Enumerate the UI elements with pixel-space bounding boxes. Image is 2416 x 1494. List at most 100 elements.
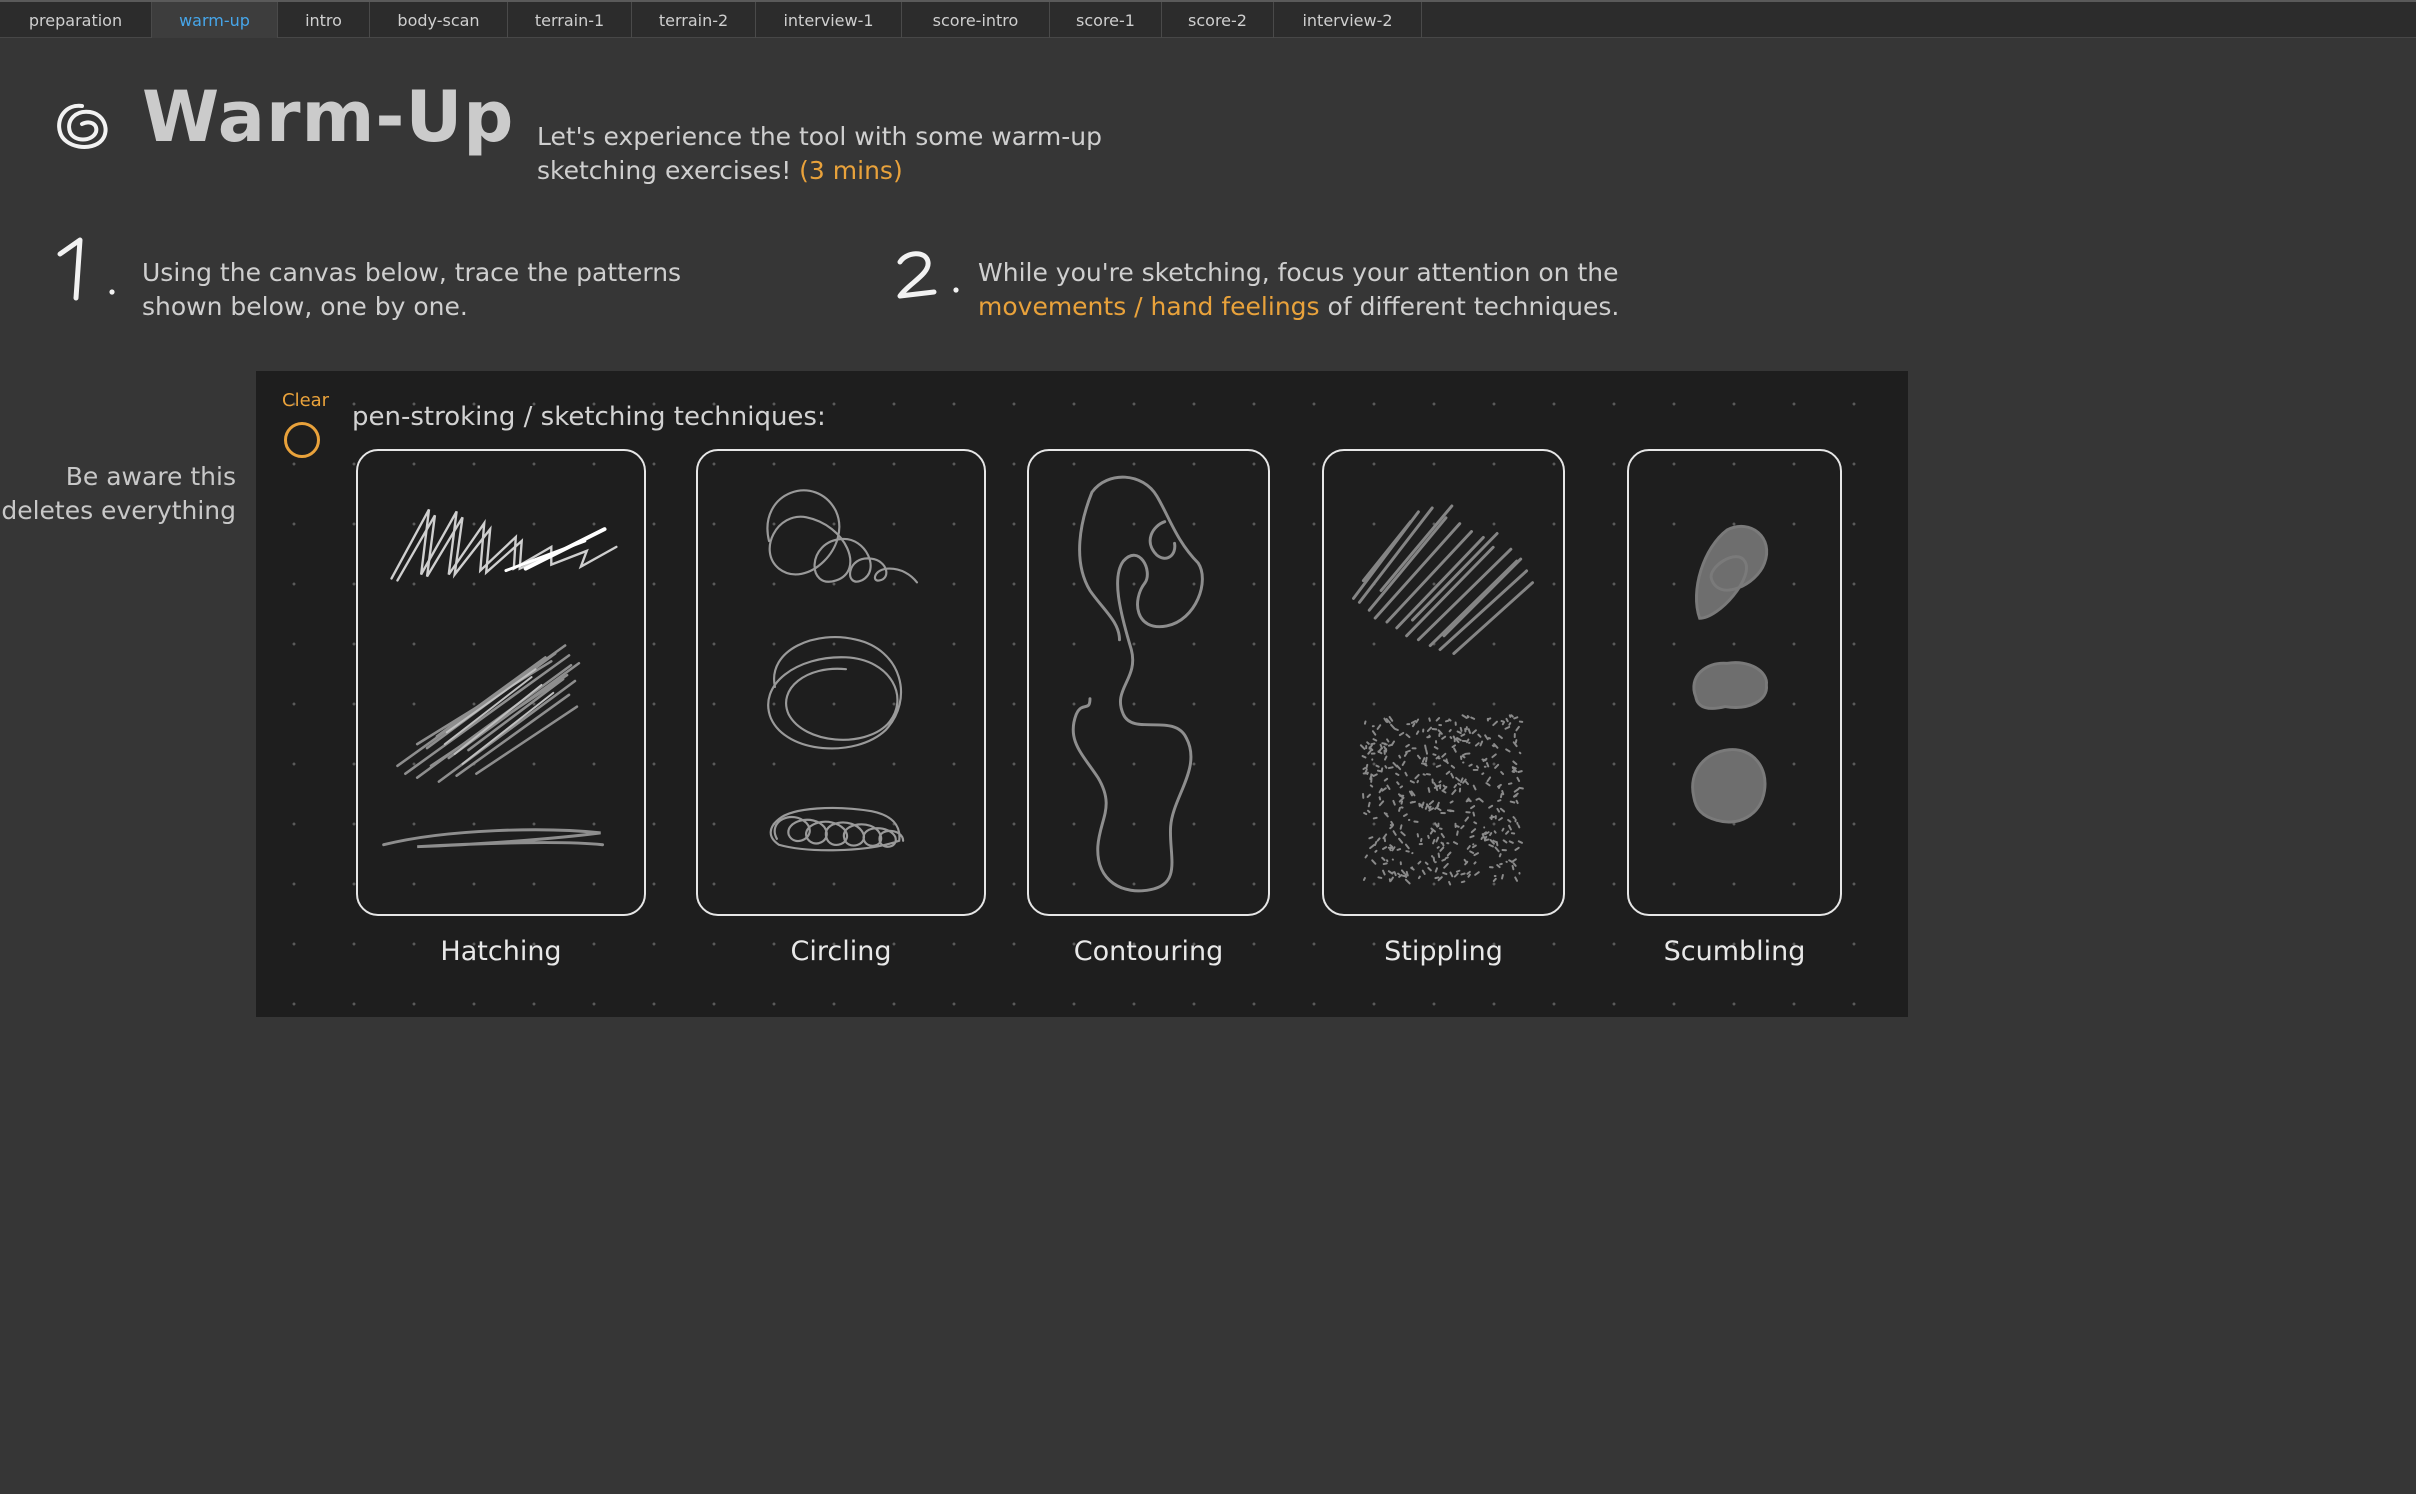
stipple-mark	[1512, 816, 1516, 820]
tab-interview-1[interactable]: interview-1	[756, 2, 902, 38]
stipple-mark	[1461, 755, 1466, 759]
stipple-mark	[1440, 832, 1445, 839]
stipple-mark	[1484, 734, 1489, 741]
stipple-mark	[1383, 755, 1388, 761]
stipple-mark	[1487, 717, 1492, 721]
stipple-mark	[1454, 824, 1460, 828]
tab-terrain-2[interactable]: terrain-2	[632, 2, 756, 38]
tab-score-intro[interactable]: score-intro	[902, 2, 1050, 38]
stipple-mark	[1373, 773, 1378, 777]
stipple-mark	[1382, 869, 1386, 876]
stipple-mark	[1507, 782, 1513, 785]
stipple-mark	[1401, 760, 1406, 767]
stipple-mark	[1508, 714, 1512, 718]
stipple-mark	[1398, 837, 1404, 844]
stipple-mark	[1380, 767, 1384, 773]
stipple-mark	[1491, 744, 1495, 748]
stipple-mark	[1466, 845, 1471, 850]
stipple-mark	[1470, 805, 1476, 810]
tab-warm-up[interactable]: warm-up	[152, 2, 278, 38]
step-2-text: While you're sketching, focus your atten…	[978, 256, 1678, 324]
stipple-mark	[1518, 786, 1524, 790]
stipple-mark	[1508, 859, 1513, 863]
stipple-mark	[1514, 846, 1520, 851]
stipple-mark	[1474, 742, 1480, 747]
stipple-mark	[1456, 739, 1460, 744]
stipple-mark	[1428, 800, 1435, 806]
stipple-mark	[1398, 874, 1403, 878]
stipple-mark	[1511, 864, 1515, 871]
tab-intro[interactable]: intro	[278, 2, 370, 38]
stipple-mark	[1384, 765, 1388, 769]
stipple-mark	[1424, 861, 1429, 866]
stipple-mark	[1510, 858, 1517, 863]
tab-score-1[interactable]: score-1	[1050, 2, 1162, 38]
stipple-mark	[1378, 796, 1382, 801]
stipple-mark	[1464, 816, 1470, 822]
stipple-mark	[1518, 751, 1522, 755]
stipple-mark	[1433, 782, 1438, 788]
stipple-mark	[1493, 840, 1498, 844]
stipple-mark	[1456, 730, 1462, 735]
stipple-mark	[1485, 782, 1491, 787]
stipple-mark	[1397, 793, 1404, 799]
stipple-mark	[1510, 714, 1514, 718]
tab-body-scan[interactable]: body-scan	[370, 2, 508, 38]
tab-preparation[interactable]: preparation	[0, 2, 152, 38]
stipple-mark	[1499, 793, 1503, 799]
stipple-mark	[1405, 870, 1409, 877]
stipple-mark	[1389, 825, 1394, 830]
stipple-mark	[1375, 764, 1380, 768]
stipple-mark	[1515, 799, 1519, 805]
step-1-text: Using the canvas below, trace the patter…	[142, 258, 682, 321]
stipple-mark	[1362, 767, 1366, 771]
stipple-mark	[1516, 776, 1521, 783]
stipple-mark	[1465, 780, 1469, 786]
stipple-mark	[1399, 785, 1404, 789]
stipple-mark	[1467, 873, 1471, 878]
stipple-mark	[1387, 766, 1394, 770]
tab-interview-2[interactable]: interview-2	[1274, 2, 1422, 38]
stipple-mark	[1389, 844, 1394, 848]
stipple-mark	[1376, 724, 1382, 730]
intro-text: Let's experience the tool with some warm…	[537, 120, 1157, 188]
stipple-mark	[1389, 876, 1394, 882]
stipple-mark	[1434, 867, 1438, 873]
stipple-mark	[1387, 743, 1393, 747]
stipple-mark	[1460, 872, 1466, 876]
stipple-mark	[1417, 875, 1421, 880]
stipple-mark	[1434, 822, 1439, 828]
stipple-mark	[1378, 800, 1385, 807]
stipple-mark	[1441, 735, 1447, 740]
stipple-mark	[1366, 741, 1370, 745]
stipple-mark	[1481, 758, 1487, 762]
stipple-mark	[1366, 809, 1371, 814]
clear-button[interactable]	[284, 422, 320, 458]
stipple-mark	[1517, 824, 1521, 829]
stipple-mark	[1469, 835, 1475, 839]
stipple-mark	[1417, 860, 1422, 865]
tab-score-2[interactable]: score-2	[1162, 2, 1274, 38]
stipple-mark	[1497, 734, 1503, 740]
stipple-mark	[1467, 728, 1472, 734]
stipple-mark	[1397, 872, 1401, 876]
stipple-mark	[1392, 799, 1396, 806]
stipple-mark	[1449, 800, 1454, 804]
stipple-mark	[1444, 719, 1450, 723]
stipple-mark	[1489, 815, 1496, 819]
stipple-mark	[1399, 824, 1403, 830]
tab-terrain-1[interactable]: terrain-1	[508, 2, 632, 38]
stipple-mark	[1502, 839, 1508, 844]
stipple-mark	[1411, 722, 1416, 728]
stipple-mark	[1379, 743, 1384, 750]
stipple-mark	[1492, 720, 1498, 727]
stipple-mark	[1396, 764, 1402, 771]
stipple-mark	[1453, 747, 1457, 753]
stipple-mark	[1403, 752, 1408, 757]
stipple-mark	[1370, 742, 1376, 746]
stipple-mark	[1466, 797, 1470, 802]
stipple-mark	[1436, 846, 1440, 849]
stipple-mark	[1441, 752, 1447, 758]
stipple-mark	[1414, 773, 1420, 780]
stipple-mark	[1392, 830, 1397, 836]
